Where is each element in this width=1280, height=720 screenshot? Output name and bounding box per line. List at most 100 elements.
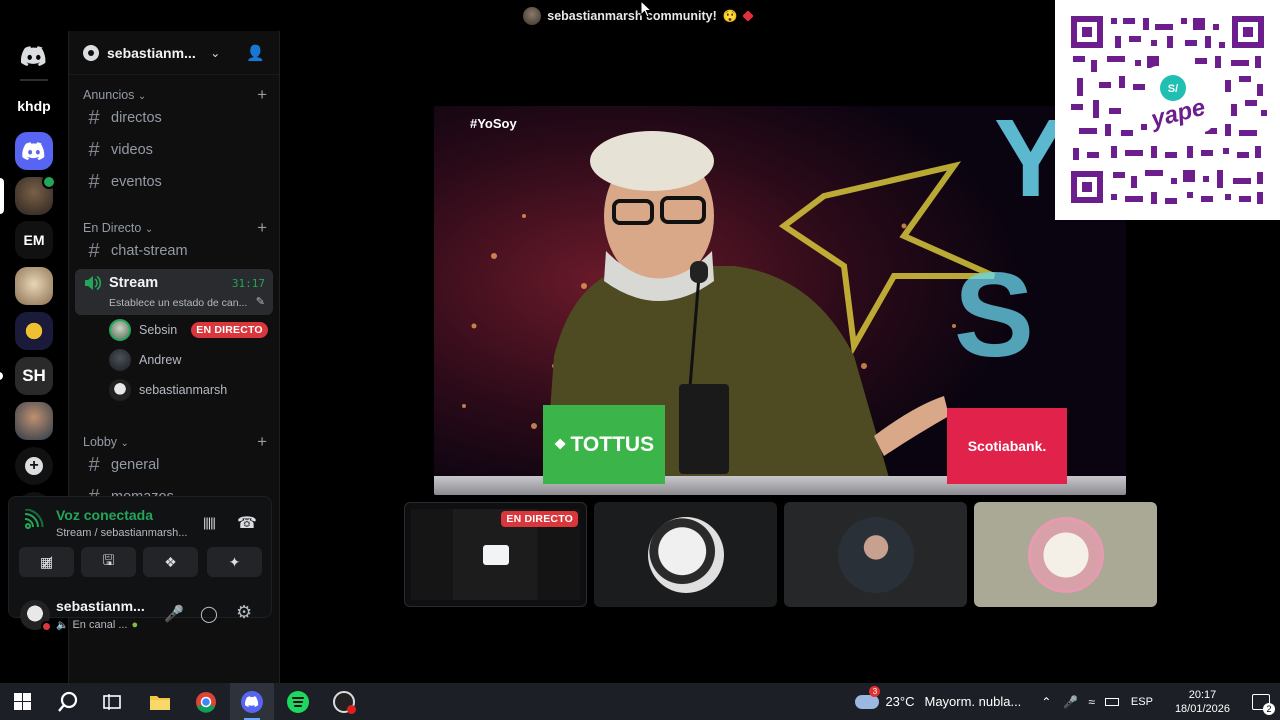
community-icon (83, 44, 99, 61)
spotify-button[interactable] (276, 683, 320, 720)
noise-suppression-icon[interactable]: ||||| (203, 515, 216, 530)
voice-user-andrew[interactable]: Andrew (109, 349, 181, 371)
task-view-button[interactable] (90, 683, 134, 720)
voice-user-sebastianmarsh[interactable]: sebastianmarsh (109, 379, 227, 401)
notification-count: 2 (1263, 702, 1275, 715)
activities-icon: ❖ (164, 553, 177, 570)
server-avatar[interactable] (15, 402, 53, 440)
chevron-up-icon[interactable]: ⌃ (1041, 695, 1051, 709)
pencil-icon[interactable]: ✎ (256, 295, 265, 308)
category-anuncios[interactable]: Anuncios ⌄ + (83, 85, 267, 105)
activities-button[interactable]: ❖ (143, 547, 198, 577)
notifications-button[interactable]: 2 (1252, 693, 1275, 715)
user-avatar[interactable] (20, 600, 52, 632)
server-em[interactable]: EM (15, 221, 53, 259)
battery-icon[interactable] (1104, 697, 1119, 706)
user-name[interactable]: sebastianm... (56, 598, 145, 614)
discord-taskbar-button[interactable] (230, 683, 274, 720)
user-panel: sebastianm... 🔈 En canal ... ● 🎤 ◯ ⚙ (8, 592, 272, 642)
hash-icon: # (88, 106, 100, 129)
participant-tile-andrew[interactable] (784, 502, 967, 607)
microphone-icon[interactable]: 🎤 (164, 604, 184, 624)
rail-separator (20, 79, 48, 81)
channel-videos[interactable]: # videos (77, 135, 271, 165)
stream-video[interactable]: Y S #YoSoy ❖ TOTTUS Scotiabank. (434, 106, 1126, 495)
channel-status-input[interactable]: Establece un estado de can... (109, 297, 247, 309)
hash-icon: # (88, 170, 100, 193)
server-em-label: EM (23, 232, 45, 248)
monitor-icon (482, 544, 509, 565)
task-view-icon (103, 693, 121, 710)
server-penguin[interactable] (15, 312, 53, 350)
chrome-button[interactable] (184, 683, 228, 720)
participant-tile-speaking[interactable] (974, 502, 1157, 607)
server-header[interactable]: sebastianm... ⌄ 👤 (69, 31, 279, 75)
svg-text:S: S (954, 248, 1034, 382)
avatar (109, 319, 131, 341)
wifi-icon[interactable]: ≈ (1088, 695, 1095, 709)
chrome-icon (196, 691, 216, 713)
hash-icon: # (88, 239, 100, 262)
voice-location[interactable]: Stream / sebastianmarsh... (56, 527, 187, 539)
participant-tile-stream[interactable]: EN DIRECTO (404, 502, 587, 607)
live-badge: EN DIRECTO (191, 322, 268, 338)
add-channel-icon[interactable]: + (257, 85, 267, 105)
headphones-icon[interactable]: ◯ (200, 604, 218, 624)
category-en-directo[interactable]: En Directo ⌄ + (83, 218, 267, 238)
language-indicator[interactable]: ESP (1131, 696, 1153, 708)
screen-share-button[interactable]: 🖫 (81, 547, 136, 577)
channel-label: directos (111, 110, 162, 126)
hash-icon: # (88, 138, 100, 161)
add-channel-icon[interactable]: + (257, 218, 267, 238)
voice-channel-name: Stream (109, 275, 159, 291)
server-cartoon[interactable] (15, 267, 53, 305)
server-name: sebastianm... (107, 44, 196, 61)
server-khdp[interactable]: khdp (15, 87, 53, 125)
search-button[interactable] (46, 683, 90, 720)
voice-user-sebsin[interactable]: Sebsin EN DIRECTO (109, 319, 268, 341)
category-label: Lobby ⌄ (83, 435, 129, 449)
discord-logo-icon (21, 46, 46, 66)
obs-button[interactable] (322, 683, 366, 720)
participant-tile-user[interactable] (594, 502, 777, 607)
category-lobby[interactable]: Lobby ⌄ + (83, 432, 267, 452)
start-button[interactable] (0, 683, 44, 720)
camera-button[interactable]: ▦̸ (19, 547, 74, 577)
sponsor-scotiabank-label: Scotiabank. (967, 438, 1047, 454)
voice-user-name: Sebsin (139, 323, 178, 337)
signal-icon[interactable] (23, 508, 45, 534)
search-icon (58, 691, 78, 712)
channel-directos[interactable]: # directos (77, 103, 271, 133)
invite-icon[interactable]: 👤 (246, 44, 265, 62)
disconnect-icon[interactable]: ☎ (237, 513, 257, 533)
server-khdp-label: khdp (17, 98, 51, 114)
add-channel-icon[interactable]: + (257, 432, 267, 452)
channel-general[interactable]: # general (77, 450, 271, 480)
unread-pill (0, 372, 3, 380)
soundboard-button[interactable]: ✦ (207, 547, 262, 577)
channel-chat-stream[interactable]: # chat-stream (77, 236, 271, 266)
server-sh[interactable]: SH (15, 357, 53, 395)
mic-tray-icon[interactable]: 🎤 (1063, 695, 1078, 709)
voice-channel-stream[interactable]: Stream 31:17 Establece un estado de can.… (75, 269, 273, 315)
clock[interactable]: 20:17 18/01/2026 (1175, 688, 1230, 716)
weather-widget[interactable]: 3 23°C Mayorm. nubla... (855, 686, 1021, 709)
channel-label: eventos (111, 174, 162, 190)
weather-alert-badge: 3 (869, 686, 881, 697)
discord-home-button[interactable] (15, 37, 53, 75)
voice-status[interactable]: Voz conectada (56, 507, 153, 523)
avatar (647, 516, 724, 593)
settings-gear-icon[interactable]: ⚙ (236, 602, 252, 623)
sponsor-scotiabank: Scotiabank. (947, 408, 1067, 484)
sponsor-tottus-label: TOTTUS (570, 432, 655, 456)
channel-eventos[interactable]: # eventos (77, 167, 271, 197)
file-explorer-button[interactable] (138, 683, 182, 720)
add-server-button[interactable]: + (15, 447, 53, 485)
server-sebastianmarsh[interactable] (15, 175, 56, 215)
window-title: sebastianmarsh community! (547, 8, 717, 23)
title-emoji: 😲 (722, 8, 738, 23)
leaf-icon: ● (131, 619, 139, 631)
screen-share-icon: 🖫 (102, 552, 115, 568)
server-discord[interactable] (15, 132, 53, 170)
discord-icon (241, 690, 263, 713)
